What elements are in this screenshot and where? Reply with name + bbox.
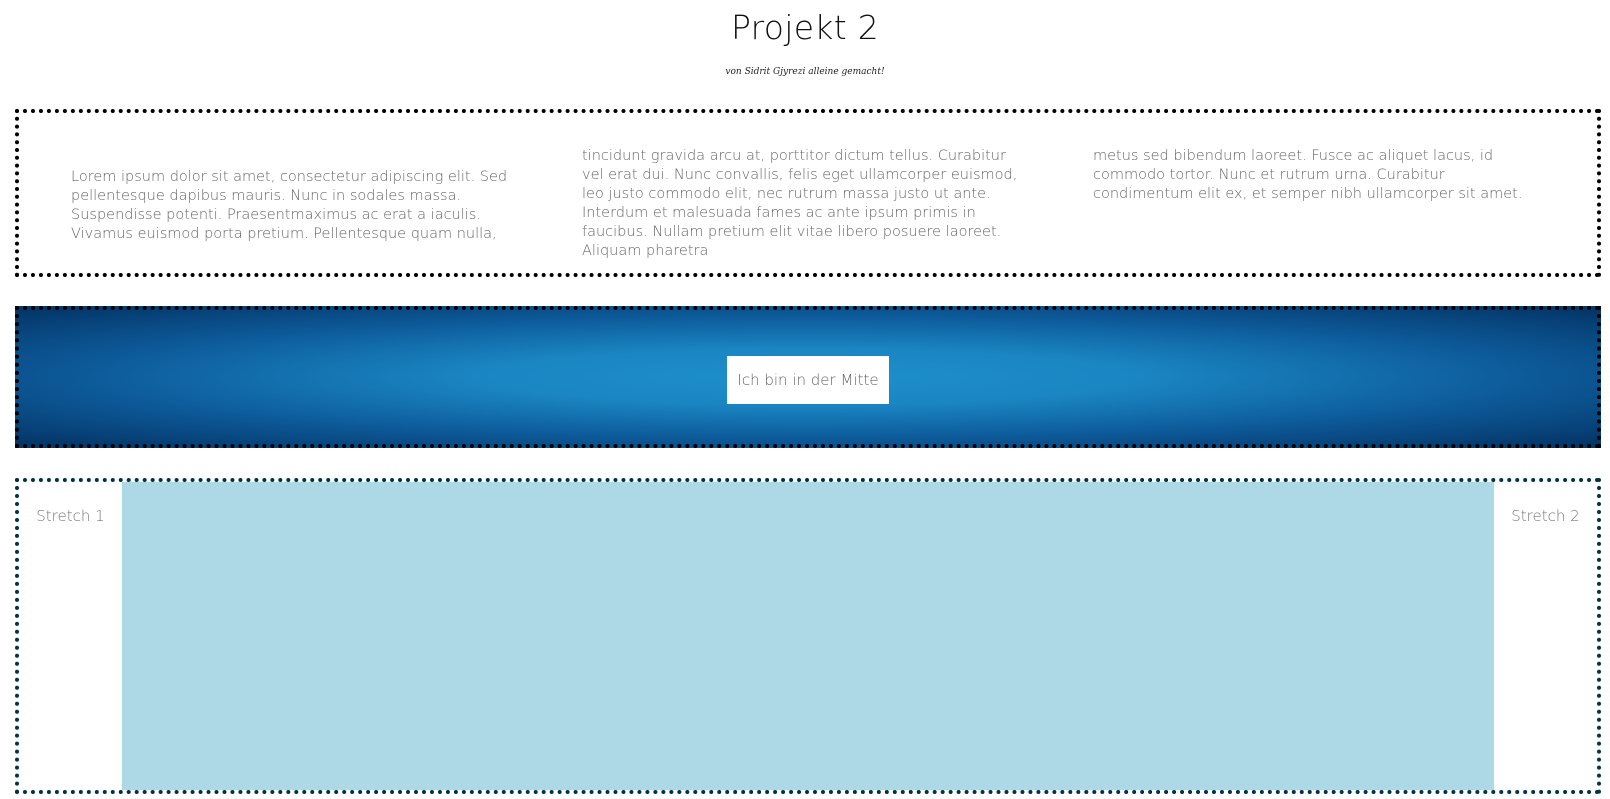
stretch-item-1: Stretch 1 — [19, 482, 122, 790]
page-subtitle: von Sidrit Gjyrezi alleine gemacht! — [725, 67, 885, 77]
stretch-item-2: Stretch 2 — [1494, 482, 1597, 790]
center-label: Ich bin in der Mitte — [727, 356, 889, 404]
stretch-item-2-label: Stretch 2 — [1511, 507, 1580, 525]
page-title: Projekt 2 — [730, 8, 880, 47]
stretch-middle-area — [122, 482, 1494, 790]
text-columns-box: Lorem ipsum dolor sit amet, consectetur … — [15, 109, 1601, 277]
text-column-2: tincidunt gravida arcu at, porttitor dic… — [582, 148, 1018, 259]
stretch-box: Stretch 1 Stretch 2 — [15, 478, 1601, 794]
gradient-center-box: Ich bin in der Mitte — [15, 306, 1601, 448]
stretch-item-1-label: Stretch 1 — [36, 507, 105, 525]
text-column-3: metus sed bibendum laoreet. Fusce ac ali… — [1093, 148, 1523, 202]
text-column-1: Lorem ipsum dolor sit amet, consectetur … — [71, 169, 508, 242]
page: Projekt 2 von Sidrit Gjyrezi alleine gem… — [0, 0, 1610, 799]
